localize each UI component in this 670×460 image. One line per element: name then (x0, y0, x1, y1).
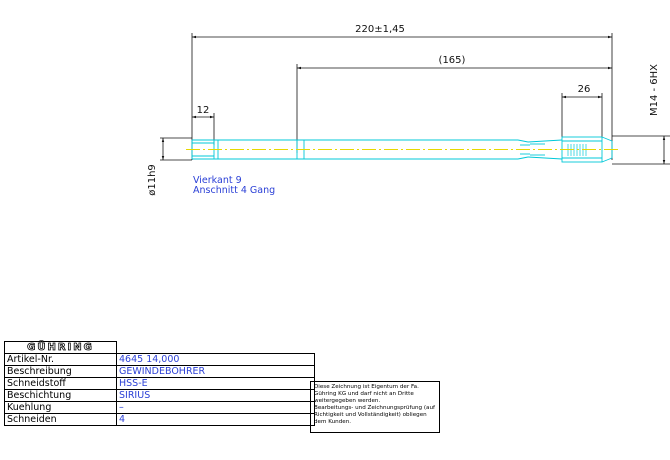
table-row: Schneidstoff HSS-E (4, 377, 315, 390)
row-label: Beschreibung (4, 365, 117, 378)
extension-lines (160, 33, 670, 165)
row-value: SIRIUS (116, 389, 315, 402)
square-length-label: 12 (197, 105, 210, 116)
table-row: Beschichtung SIRIUS (4, 389, 315, 402)
row-value: – (116, 401, 315, 414)
row-value: HSS-E (116, 377, 315, 390)
shank-diameter-label: ø11h9 (147, 164, 158, 196)
thread-length-label: 26 (578, 84, 591, 95)
thread-spec-label: M14 - 6HX (649, 64, 660, 116)
dimension-lines (161, 35, 666, 164)
row-label: Kuehlung (4, 401, 117, 414)
shank-length-label: (165) (439, 55, 466, 66)
overall-length-label: 220±1,45 (355, 24, 405, 35)
row-label: Schneidstoff (4, 377, 117, 390)
table-row: Kuehlung – (4, 401, 315, 414)
title-block: GÜHRING Artikel-Nr. 4645 14,000 Beschrei… (4, 341, 315, 426)
row-label: Beschichtung (4, 389, 117, 402)
table-row: Beschreibung GEWINDEBOHRER (4, 365, 315, 378)
row-label: Artikel-Nr. (4, 353, 117, 366)
table-row: Schneiden 4 (4, 413, 315, 426)
disclaimer-box: Diese Zeichnung ist Eigentum der Fa. Güh… (310, 381, 440, 433)
row-value: 4645 14,000 (116, 353, 315, 366)
table-row: Artikel-Nr. 4645 14,000 (4, 353, 315, 366)
thread-hatching (567, 144, 587, 156)
row-value: 4 (116, 413, 315, 426)
disclaimer-review: Bearbeitungs- und Zeichnungsprüfung (auf… (314, 405, 435, 425)
note-chamfer: Anschnitt 4 Gang (193, 185, 275, 196)
disclaimer-ownership: Diese Zeichnung ist Eigentum der Fa. Güh… (314, 384, 419, 404)
row-value: GEWINDEBOHRER (116, 365, 315, 378)
company-logo: GÜHRING (4, 341, 117, 354)
row-label: Schneiden (4, 413, 117, 426)
